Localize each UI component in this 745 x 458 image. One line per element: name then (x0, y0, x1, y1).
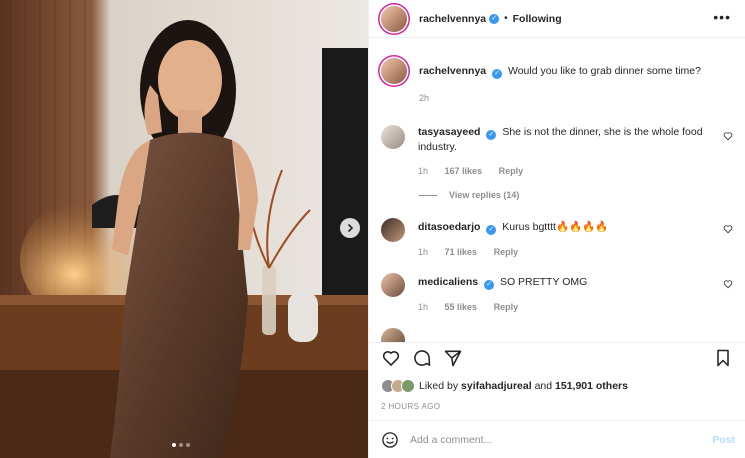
comment-username[interactable]: medicaliens (418, 276, 478, 288)
comment-likes[interactable]: 71 likes (445, 247, 478, 257)
comment-item: ditasoedarjo ✓ Kurus bgtttt🔥🔥🔥🔥 1h 71 li… (381, 218, 733, 257)
post-side-panel: rachelvennya ✓ • Following ••• rachelven… (368, 0, 745, 458)
comment-likes[interactable]: 55 likes (445, 302, 478, 312)
carousel-dot (179, 443, 183, 447)
likes-text: Liked by syifahadjureal and 151,901 othe… (419, 380, 628, 392)
more-horizontal-icon[interactable]: ••• (713, 10, 731, 24)
likes-summary: Liked by syifahadjureal and 151,901 othe… (369, 372, 745, 396)
carousel-indicator (172, 443, 190, 447)
header-separator: • (504, 13, 508, 24)
heart-icon[interactable] (381, 348, 401, 368)
comment-time: 1h (418, 166, 429, 176)
post-header: rachelvennya ✓ • Following ••• (369, 0, 745, 38)
commenter-avatar[interactable] (381, 218, 405, 242)
caption-text: Would you like to grab dinner some time? (507, 65, 701, 77)
liker-avatars[interactable] (381, 379, 415, 393)
commenter-avatar[interactable] (381, 328, 405, 342)
comment-item-partial (381, 328, 733, 342)
post-timestamp[interactable]: 2 HOURS AGO (369, 396, 745, 420)
comment-icon[interactable] (412, 348, 432, 368)
emoji-icon[interactable] (381, 431, 399, 449)
heart-icon[interactable] (723, 131, 733, 141)
liker-avatar (401, 379, 415, 393)
comment-text: SO PRETTY OMG (499, 276, 588, 288)
commenter-avatar[interactable] (381, 273, 405, 297)
author-username[interactable]: rachelvennya (419, 13, 486, 25)
verified-badge-icon: ✓ (489, 13, 500, 24)
likes-prefix: Liked by (419, 380, 462, 392)
next-slide-button[interactable] (340, 218, 360, 238)
verified-badge-icon: ✓ (484, 280, 495, 290)
comment-item: medicaliens ✓ SO PRETTY OMG 1h 55 likes … (381, 273, 733, 312)
comment-username[interactable]: tasyasayeed (418, 126, 480, 138)
heart-icon[interactable] (723, 224, 733, 234)
post-photo (0, 0, 368, 458)
caption-time: 2h (419, 93, 430, 103)
view-replies-button[interactable]: View replies (14) (419, 190, 733, 200)
verified-badge-icon: ✓ (486, 225, 497, 235)
bookmark-icon[interactable] (713, 348, 733, 368)
carousel-dot (186, 443, 190, 447)
add-comment-input[interactable] (410, 433, 690, 446)
comment-item: tasyasayeed ✓ She is not the dinner, she… (381, 125, 733, 176)
heart-icon[interactable] (723, 279, 733, 289)
comment-time: 1h (418, 302, 429, 312)
post-comment-button[interactable]: Post (712, 434, 735, 446)
following-button[interactable]: Following (513, 13, 562, 25)
view-replies-line (419, 194, 437, 196)
comment-time: 1h (418, 247, 429, 257)
commenter-avatar[interactable] (381, 125, 405, 149)
likes-count[interactable]: 151,901 others (555, 380, 628, 392)
liker-username[interactable]: syifahadjureal (461, 380, 532, 392)
post-actions (369, 342, 745, 372)
chevron-right-icon (347, 223, 354, 233)
instagram-post-view: rachelvennya ✓ • Following ••• rachelven… (0, 0, 745, 458)
share-icon[interactable] (443, 348, 463, 368)
verified-badge-icon: ✓ (492, 69, 503, 79)
carousel-dot-active (172, 443, 176, 447)
caption-username[interactable]: rachelvennya (419, 65, 486, 77)
reply-button[interactable]: Reply (494, 247, 519, 257)
add-comment-bar: Post (369, 420, 745, 458)
author-avatar[interactable] (381, 5, 407, 32)
caption-author-avatar[interactable] (381, 58, 407, 84)
view-replies-label: View replies (14) (449, 190, 520, 200)
post-media[interactable] (0, 0, 368, 458)
comments-list[interactable]: rachelvennya ✓ Would you like to grab di… (369, 38, 745, 342)
post-caption: rachelvennya ✓ Would you like to grab di… (381, 58, 733, 103)
comment-likes[interactable]: 167 likes (445, 166, 483, 176)
verified-badge-icon: ✓ (486, 130, 497, 140)
reply-button[interactable]: Reply (494, 302, 519, 312)
reply-button[interactable]: Reply (499, 166, 524, 176)
likes-middle: and (531, 380, 556, 392)
comment-username[interactable]: ditasoedarjo (418, 221, 480, 233)
comment-text: Kurus bgtttt🔥🔥🔥🔥 (502, 221, 609, 233)
